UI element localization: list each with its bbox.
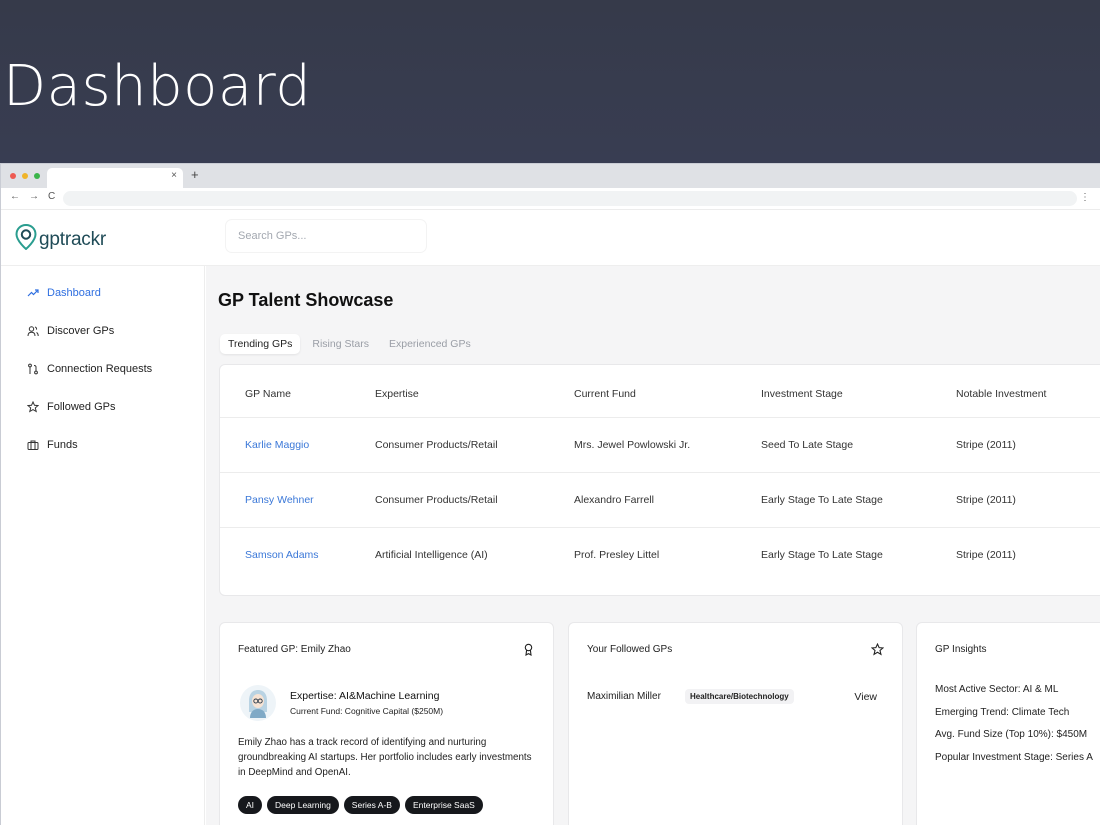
expertise-cell: Consumer Products/Retail (375, 472, 574, 528)
browser-tabbar: × + (1, 164, 1100, 188)
table-row[interactable]: Pansy Wehner Consumer Products/Retail Al… (220, 472, 1100, 528)
table-row[interactable]: Karlie Maggio Consumer Products/Retail M… (220, 417, 1100, 473)
sidebar-item-funds[interactable]: Funds (1, 426, 204, 464)
current-fund-cell: Prof. Presley Littel (574, 548, 660, 561)
insight-item: Most Active Sector: AI & ML (935, 684, 1059, 695)
view-button[interactable]: View (854, 691, 877, 703)
star-icon (27, 401, 39, 413)
insight-item: Emerging Trend: Climate Tech (935, 706, 1070, 718)
investment-stage-cell: Seed To Late Stage (761, 417, 956, 473)
column-header-current-fund[interactable]: Current Fund (574, 365, 761, 418)
notable-investment-cell: Stripe (2011) (956, 417, 1100, 473)
main-content: GP Talent Showcase Trending GPs Rising S… (206, 266, 1100, 825)
column-header-expertise[interactable]: Expertise (375, 365, 574, 418)
investment-stage-cell: Early Stage To Late Stage (761, 548, 883, 561)
git-pull-icon (27, 363, 39, 375)
maximize-window-dot[interactable] (34, 173, 40, 179)
table-row[interactable]: Samson Adams Artificial Intelligence (AI… (220, 527, 1100, 582)
star-icon[interactable] (870, 642, 885, 656)
featured-current-fund: Current Fund: Cognitive Capital ($250M) (290, 706, 444, 716)
sidebar-item-followed-gps[interactable]: Followed GPs (1, 388, 204, 426)
column-header-investment-stage[interactable]: Investment Stage (761, 365, 956, 418)
featured-gp-title: Featured GP: Emily Zhao (238, 644, 351, 655)
featured-tags: AI Deep Learning Series A-B Enterprise S… (238, 796, 483, 814)
tag-chip[interactable]: Enterprise SaaS (404, 796, 483, 814)
investment-stage-cell: Early Stage To Late Stage (761, 472, 956, 528)
browser-menu-icon[interactable]: ⋮ (1080, 192, 1090, 203)
tab-close-icon[interactable]: × (171, 170, 177, 181)
reload-icon[interactable]: C (48, 191, 55, 202)
notable-investment-cell: Stripe (2011) (956, 548, 1016, 561)
briefcase-icon (27, 439, 39, 451)
trending-icon (27, 287, 39, 299)
users-icon (27, 325, 39, 337)
current-fund-cell: Alexandro Farrell (574, 472, 761, 528)
column-header-notable-investment[interactable]: Notable Investment (956, 365, 1100, 418)
tag-chip[interactable]: AI (238, 796, 263, 814)
search-input[interactable] (226, 220, 426, 252)
forward-icon[interactable]: → (29, 191, 39, 202)
url-bar[interactable] (63, 191, 1077, 206)
featured-bio: Emily Zhao has a track record of identif… (238, 737, 532, 778)
sidebar-item-label: Connection Requests (47, 363, 153, 375)
tag-chip[interactable]: Series A-B (343, 796, 400, 814)
sidebar: Dashboard Discover GPs Connection Reques… (1, 266, 205, 825)
sidebar-item-discover-gps[interactable]: Discover GPs (1, 312, 204, 350)
sidebar-item-label: Funds (47, 439, 78, 451)
location-pin-icon (15, 223, 37, 255)
browser-window: × + ← → C ⋮ gptrackr Dashboard (0, 163, 1100, 825)
insight-list: Most Active Sector: AI & ML Emerging Tre… (935, 684, 1093, 774)
featured-gp-card: Featured GP: Emily Zhao Expertise: AI&Ma… (219, 622, 554, 825)
gp-insights-title: GP Insights (935, 644, 987, 655)
followed-gp-name[interactable]: Maximilian Miller (587, 691, 685, 702)
avatar (240, 685, 276, 721)
insight-item: Popular Investment Stage: Series A (935, 751, 1093, 763)
followed-gps-card: Your Followed GPs Maximilian Miller Heal… (568, 622, 903, 825)
logo[interactable]: gptrackr (15, 223, 107, 255)
new-tab-button[interactable]: + (191, 167, 199, 182)
gp-name-link[interactable]: Karlie Maggio (245, 439, 309, 451)
back-icon[interactable]: ← (10, 191, 20, 202)
gp-name-link[interactable]: Samson Adams (245, 549, 319, 561)
gp-name-cell: Karlie Maggio (220, 417, 375, 473)
gp-insights-card: GP Insights Most Active Sector: AI & ML … (916, 622, 1100, 825)
tab-trending-gps[interactable]: Trending GPs (220, 334, 301, 354)
gp-table-card: GP Name Expertise Current Fund Investmen… (219, 364, 1100, 596)
browser-tab[interactable]: × (47, 168, 183, 188)
minimize-window-dot[interactable] (22, 173, 28, 179)
gp-table: GP Name Expertise Current Fund Investmen… (220, 365, 1100, 582)
expertise-cell: Consumer Products/Retail (375, 417, 574, 473)
sidebar-item-label: Followed GPs (47, 401, 116, 413)
logo-text: gptrackr (39, 228, 107, 250)
app-header: gptrackr (1, 210, 1100, 266)
tab-rising-stars[interactable]: Rising Stars (304, 334, 377, 354)
award-icon[interactable] (522, 643, 535, 657)
page-title: GP Talent Showcase (218, 290, 394, 310)
showcase-tabs: Trending GPs Rising Stars Experienced GP… (220, 334, 479, 354)
insight-item: Avg. Fund Size (Top 10%): $450M (935, 729, 1088, 740)
current-fund-cell: Mrs. Jewel Powlowski Jr. (574, 417, 761, 473)
sidebar-item-dashboard[interactable]: Dashboard (1, 274, 204, 312)
gp-name-cell: Pansy Wehner (220, 472, 375, 528)
tag-chip[interactable]: Deep Learning (267, 796, 339, 814)
column-header-gp-name[interactable]: GP Name (220, 365, 375, 418)
close-window-dot[interactable] (10, 173, 16, 179)
gp-name-cell: Samson Adams (220, 527, 375, 582)
featured-expertise: Expertise: AI&Machine Learning (290, 690, 440, 702)
table-header-row: GP Name Expertise Current Fund Investmen… (220, 365, 1100, 418)
sidebar-item-label: Discover GPs (47, 325, 115, 337)
sector-badge: Healthcare/Biotechnology (685, 689, 794, 704)
tab-experienced-gps[interactable]: Experienced GPs (381, 334, 479, 354)
list-item: Maximilian Miller Healthcare/Biotechnolo… (587, 689, 877, 704)
browser-navbar: ← → C ⋮ (1, 188, 1100, 210)
followed-gps-title: Your Followed GPs (587, 644, 673, 655)
expertise-cell: Artificial Intelligence (AI) (375, 548, 488, 561)
sidebar-item-connection-requests[interactable]: Connection Requests (1, 350, 204, 388)
slide-title: Dashboard (3, 54, 312, 119)
notable-investment-cell: Stripe (2011) (956, 472, 1100, 528)
sidebar-item-label: Dashboard (47, 287, 101, 299)
gp-name-link[interactable]: Pansy Wehner (245, 494, 314, 506)
